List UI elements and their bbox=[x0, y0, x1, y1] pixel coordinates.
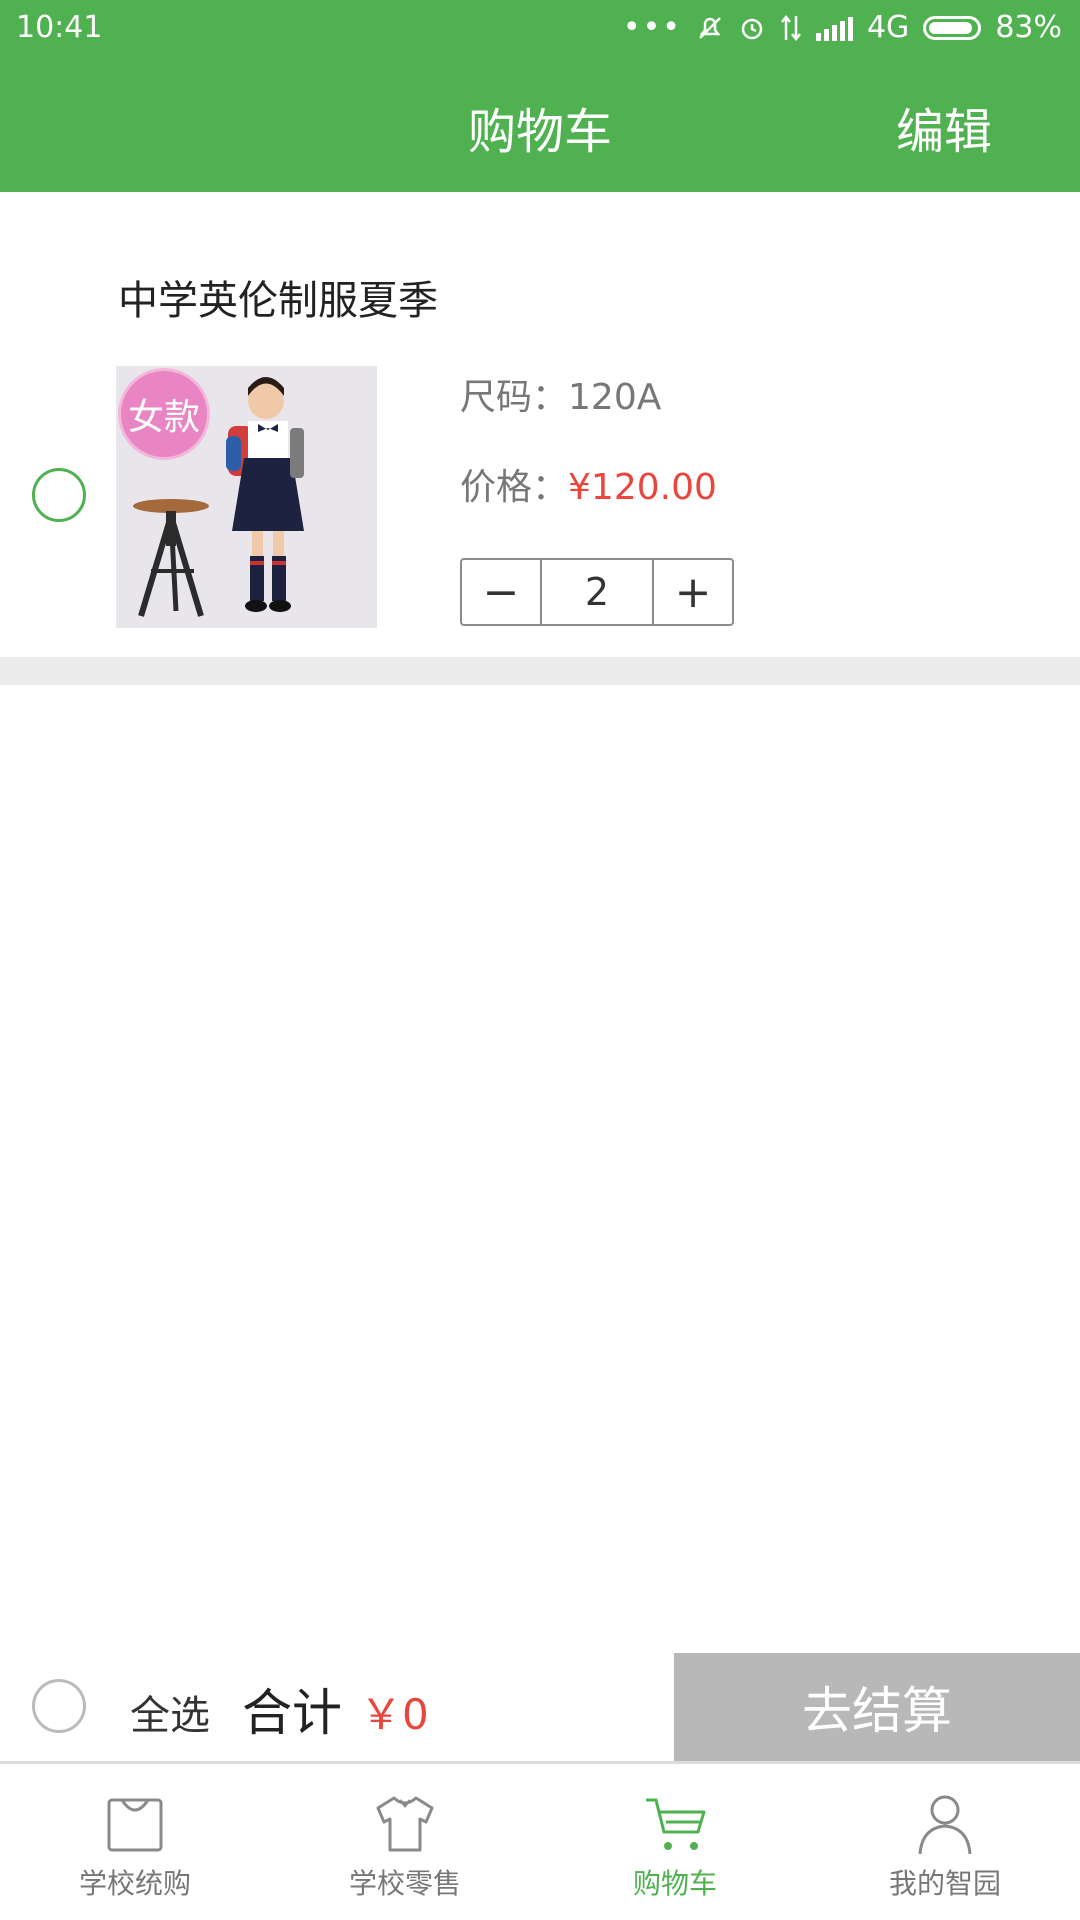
checkout-bar: 全选 合计 ￥0 去结算 bbox=[0, 1653, 1080, 1761]
select-all-label[interactable]: 全选 bbox=[130, 1683, 210, 1741]
total-value: ￥0 bbox=[360, 1690, 429, 1739]
status-time: 10:41 bbox=[16, 10, 103, 45]
signal-icon bbox=[815, 15, 853, 41]
tab-cart[interactable]: 购物车 bbox=[540, 1764, 810, 1920]
tab-my-zhiyuan[interactable]: 我的智园 bbox=[810, 1764, 1080, 1920]
product-name: 中学英伦制服夏季 bbox=[118, 278, 438, 324]
shopping-bag-icon bbox=[107, 1798, 163, 1852]
select-all-radio[interactable] bbox=[32, 1679, 86, 1733]
tab-label: 学校零售 bbox=[348, 1867, 461, 1900]
gender-badge: 女款 bbox=[118, 368, 210, 460]
total-label: 合计 bbox=[242, 1684, 342, 1742]
size-label: 尺码： bbox=[460, 377, 569, 418]
price-label: 价格： bbox=[460, 467, 569, 508]
quantity-value[interactable]: 2 bbox=[542, 560, 652, 624]
tab-label: 学校统购 bbox=[78, 1867, 191, 1900]
battery-percent: 83% bbox=[995, 10, 1062, 45]
cart-icon bbox=[646, 1798, 706, 1850]
edit-button[interactable]: 编辑 bbox=[896, 92, 992, 162]
battery-icon bbox=[923, 15, 982, 40]
more-dots-icon: ••• bbox=[622, 10, 682, 45]
status-bar: 10:41 ••• 4G 83% bbox=[0, 0, 1080, 56]
network-type: 4G bbox=[866, 10, 910, 45]
checkout-button[interactable]: 去结算 bbox=[674, 1653, 1080, 1761]
price-value: ¥120.00 bbox=[568, 467, 717, 508]
tshirt-icon bbox=[376, 1796, 434, 1852]
status-icons: ••• 4G 83% bbox=[623, 10, 1062, 45]
price-line: 价格：¥120.00 bbox=[460, 458, 717, 510]
tab-label: 我的智园 bbox=[888, 1867, 1001, 1900]
section-divider bbox=[0, 657, 1080, 685]
data-arrows-icon bbox=[780, 14, 801, 41]
cart-item: 中学英伦制服夏季 女款 尺码：120A 价格：¥120.00 − 2 + bbox=[0, 192, 1080, 657]
decrease-quantity-button[interactable]: − bbox=[462, 560, 542, 624]
mute-bell-icon bbox=[699, 16, 721, 39]
alarm-icon bbox=[741, 18, 763, 39]
app-header: 10:41 ••• 4G 83% 购物车 编辑 bbox=[0, 0, 1080, 192]
user-icon bbox=[918, 1795, 972, 1855]
item-select-radio[interactable] bbox=[32, 468, 86, 522]
size-line: 尺码：120A bbox=[460, 368, 661, 420]
tab-school-purchase[interactable]: 学校统购 bbox=[0, 1764, 270, 1920]
bottom-tab-bar: 学校统购 学校零售 购物车 我的智园 bbox=[0, 1761, 1080, 1920]
size-value: 120A bbox=[568, 377, 662, 418]
tab-school-retail[interactable]: 学校零售 bbox=[270, 1764, 540, 1920]
tab-label: 购物车 bbox=[632, 1867, 717, 1900]
increase-quantity-button[interactable]: + bbox=[652, 560, 732, 624]
quantity-stepper: − 2 + bbox=[460, 558, 734, 626]
product-image[interactable]: 女款 bbox=[116, 366, 377, 628]
